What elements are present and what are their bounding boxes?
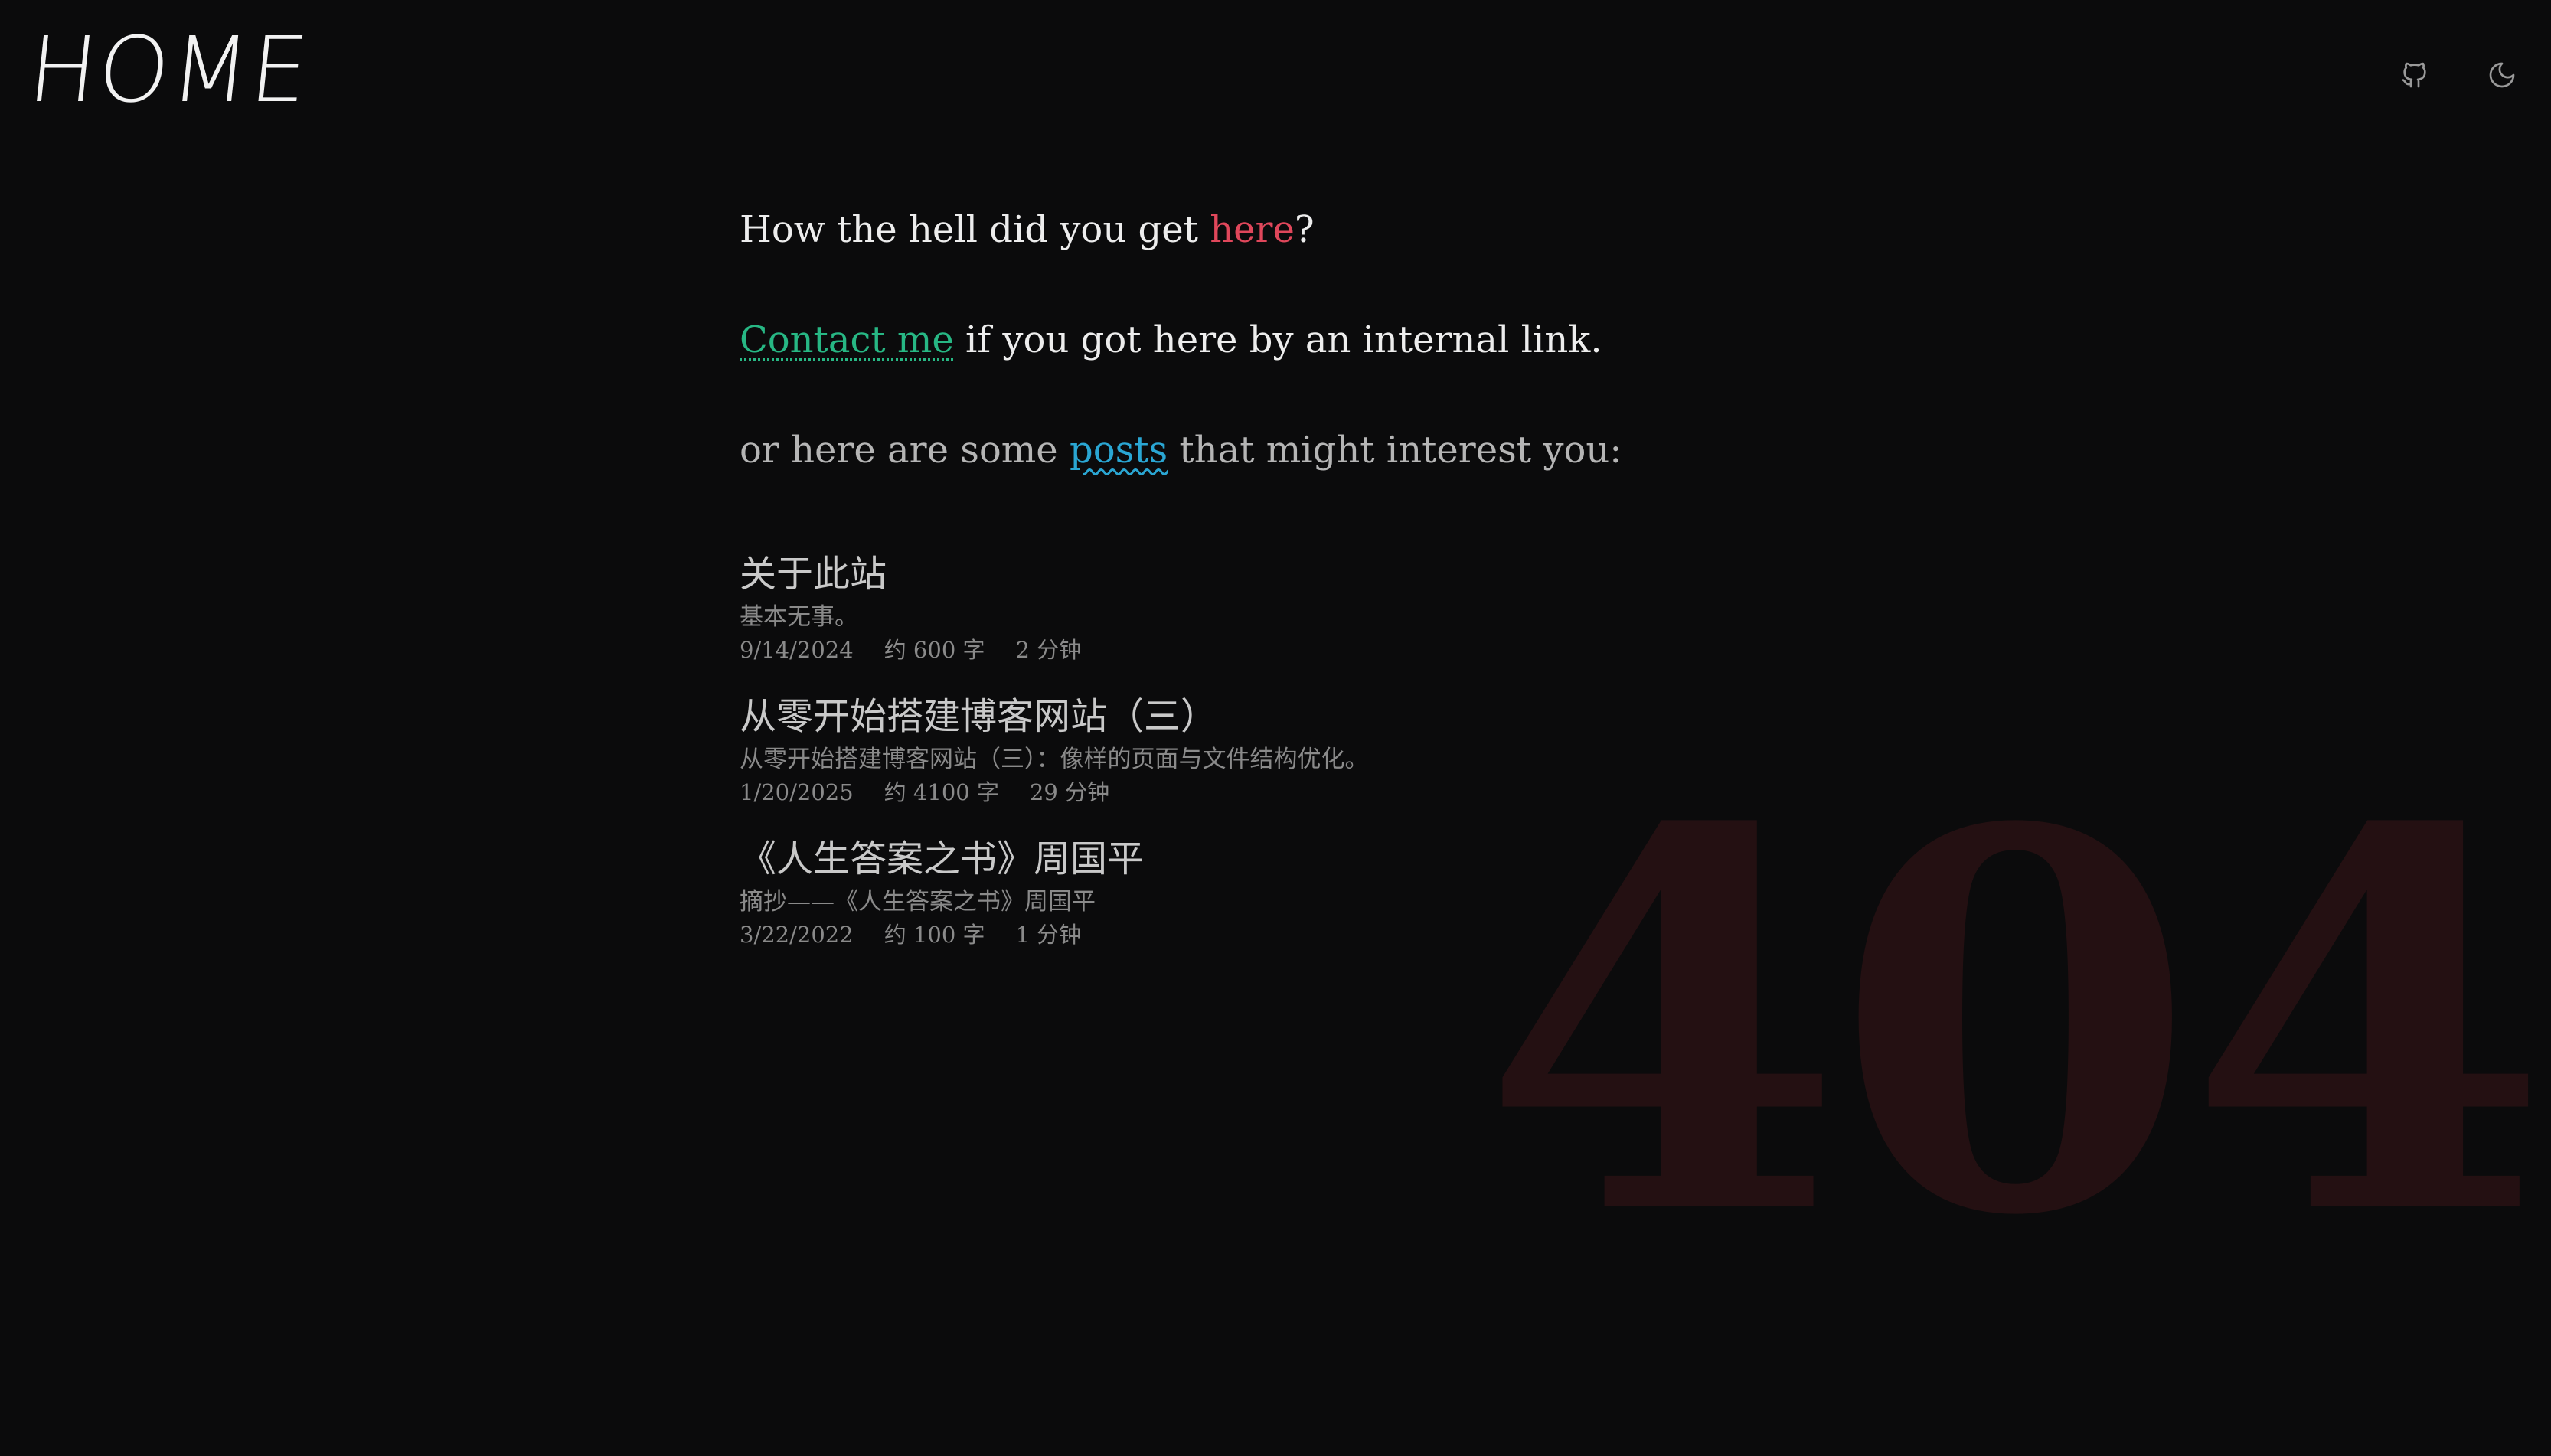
posts-message-pre: or here are some: [740, 429, 1070, 472]
post-read-time: 1 分钟: [1015, 922, 1082, 948]
post-title[interactable]: 从零开始搭建博客网站（三）: [740, 692, 1965, 741]
post-item-blog-build[interactable]: 从零开始搭建博客网站（三） 从零开始搭建博客网站（三）：像样的页面与文件结构优化…: [740, 692, 1965, 808]
post-date: 9/14/2024: [740, 637, 854, 663]
here-link[interactable]: here: [1210, 208, 1295, 251]
post-read-time: 29 分钟: [1029, 779, 1110, 805]
post-list: 关于此站 基本无事。 9/14/2024 约 600 字 2 分钟 从零开始搭建…: [740, 550, 1965, 951]
post-read-time: 2 分钟: [1015, 637, 1082, 663]
posts-message-post: that might interest you:: [1168, 429, 1622, 472]
contact-message-text: if you got here by an internal link.: [953, 318, 1602, 361]
lost-message: How the hell did you get here?: [740, 205, 1965, 254]
post-title[interactable]: 《人生答案之书》周国平: [740, 834, 1965, 883]
post-word-count: 约 600 字: [884, 637, 985, 663]
posts-link[interactable]: posts: [1070, 429, 1168, 472]
question-mark: ?: [1294, 208, 1315, 251]
post-date: 1/20/2025: [740, 779, 854, 805]
post-word-count: 约 100 字: [884, 922, 985, 948]
contact-message: Contact me if you got here by an interna…: [740, 315, 1965, 364]
main-content: How the hell did you get here? Contact m…: [740, 205, 1965, 977]
not-found-page: 404 HOME How the hell did you get here? …: [0, 0, 2551, 1456]
home-link[interactable]: HOME: [24, 17, 315, 122]
post-meta: 3/22/2022 约 100 字 1 分钟: [740, 919, 1965, 951]
post-description: 从零开始搭建博客网站（三）：像样的页面与文件结构优化。: [740, 746, 1369, 773]
post-description: 基本无事。: [740, 603, 858, 631]
post-word-count: 约 4100 字: [884, 779, 999, 805]
lost-message-text: How the hell did you get: [740, 208, 1210, 251]
post-meta: 1/20/2025 约 4100 字 29 分钟: [740, 776, 1965, 808]
post-title[interactable]: 关于此站: [740, 550, 1965, 599]
post-item-about[interactable]: 关于此站 基本无事。 9/14/2024 约 600 字 2 分钟: [740, 550, 1965, 666]
post-description: 摘抄——《人生答案之书》周国平: [740, 888, 1096, 916]
contact-me-link[interactable]: Contact me: [740, 318, 954, 361]
header-actions: [2393, 54, 2523, 96]
moon-icon[interactable]: [2481, 54, 2523, 96]
post-meta: 9/14/2024 约 600 字 2 分钟: [740, 634, 1965, 666]
posts-message: or here are some posts that might intere…: [740, 426, 1965, 475]
post-item-book-notes[interactable]: 《人生答案之书》周国平 摘抄——《人生答案之书》周国平 3/22/2022 约 …: [740, 834, 1965, 951]
github-icon[interactable]: [2393, 54, 2436, 96]
post-date: 3/22/2022: [740, 922, 854, 948]
